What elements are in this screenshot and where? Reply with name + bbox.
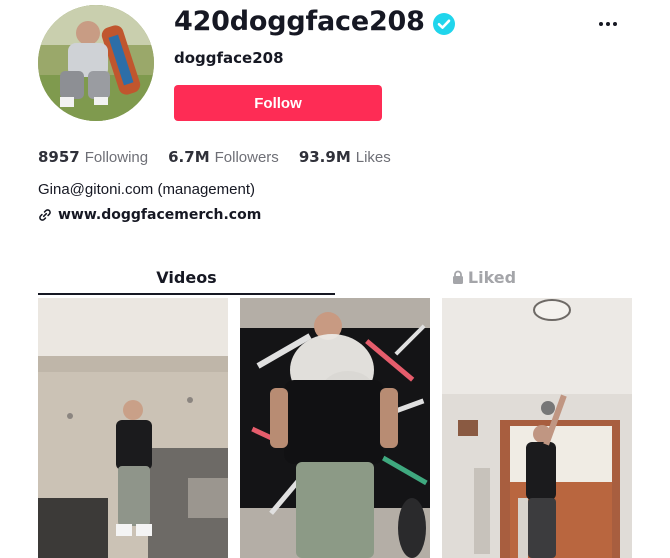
follow-button[interactable]: Follow bbox=[174, 85, 382, 121]
lock-icon bbox=[452, 270, 463, 284]
tab-liked-label: Liked bbox=[467, 267, 517, 287]
followers-stat[interactable]: 6.7M Followers bbox=[168, 148, 279, 166]
tab-videos[interactable]: Videos bbox=[38, 260, 335, 294]
followers-count: 6.7M bbox=[168, 148, 210, 166]
profile-nickname: doggface208 bbox=[174, 49, 284, 67]
link-icon bbox=[39, 209, 51, 221]
avatar-image bbox=[38, 5, 154, 121]
profile-tabs: Videos Liked bbox=[38, 260, 632, 296]
profile-bio: Gina@gitoni.com (management) bbox=[38, 181, 255, 198]
tab-videos-label: Videos bbox=[156, 267, 217, 287]
verified-badge-icon bbox=[433, 13, 455, 35]
profile-username: 420doggface208 bbox=[174, 6, 425, 37]
profile-link[interactable]: www.doggfacemerch.com bbox=[38, 207, 261, 223]
following-label: Following bbox=[84, 149, 149, 166]
avatar[interactable] bbox=[38, 5, 154, 121]
profile-link-text: www.doggfacemerch.com bbox=[58, 207, 262, 223]
following-stat[interactable]: 8957 Following bbox=[38, 148, 148, 166]
profile-stats: 8957 Following 6.7M Followers 93.9M Likes bbox=[38, 148, 391, 166]
followers-label: Followers bbox=[214, 149, 279, 166]
more-options-icon[interactable] bbox=[595, 14, 621, 34]
tab-liked[interactable]: Liked bbox=[335, 260, 632, 294]
following-count: 8957 bbox=[38, 148, 80, 166]
video-thumbnail-2[interactable] bbox=[240, 298, 430, 558]
video-thumbnail-3[interactable] bbox=[442, 298, 632, 558]
likes-stat: 93.9M Likes bbox=[299, 148, 391, 166]
active-tab-indicator bbox=[38, 293, 335, 295]
likes-count: 93.9M bbox=[298, 148, 351, 166]
video-thumbnail-1[interactable] bbox=[38, 298, 228, 558]
likes-label: Likes bbox=[355, 149, 391, 166]
